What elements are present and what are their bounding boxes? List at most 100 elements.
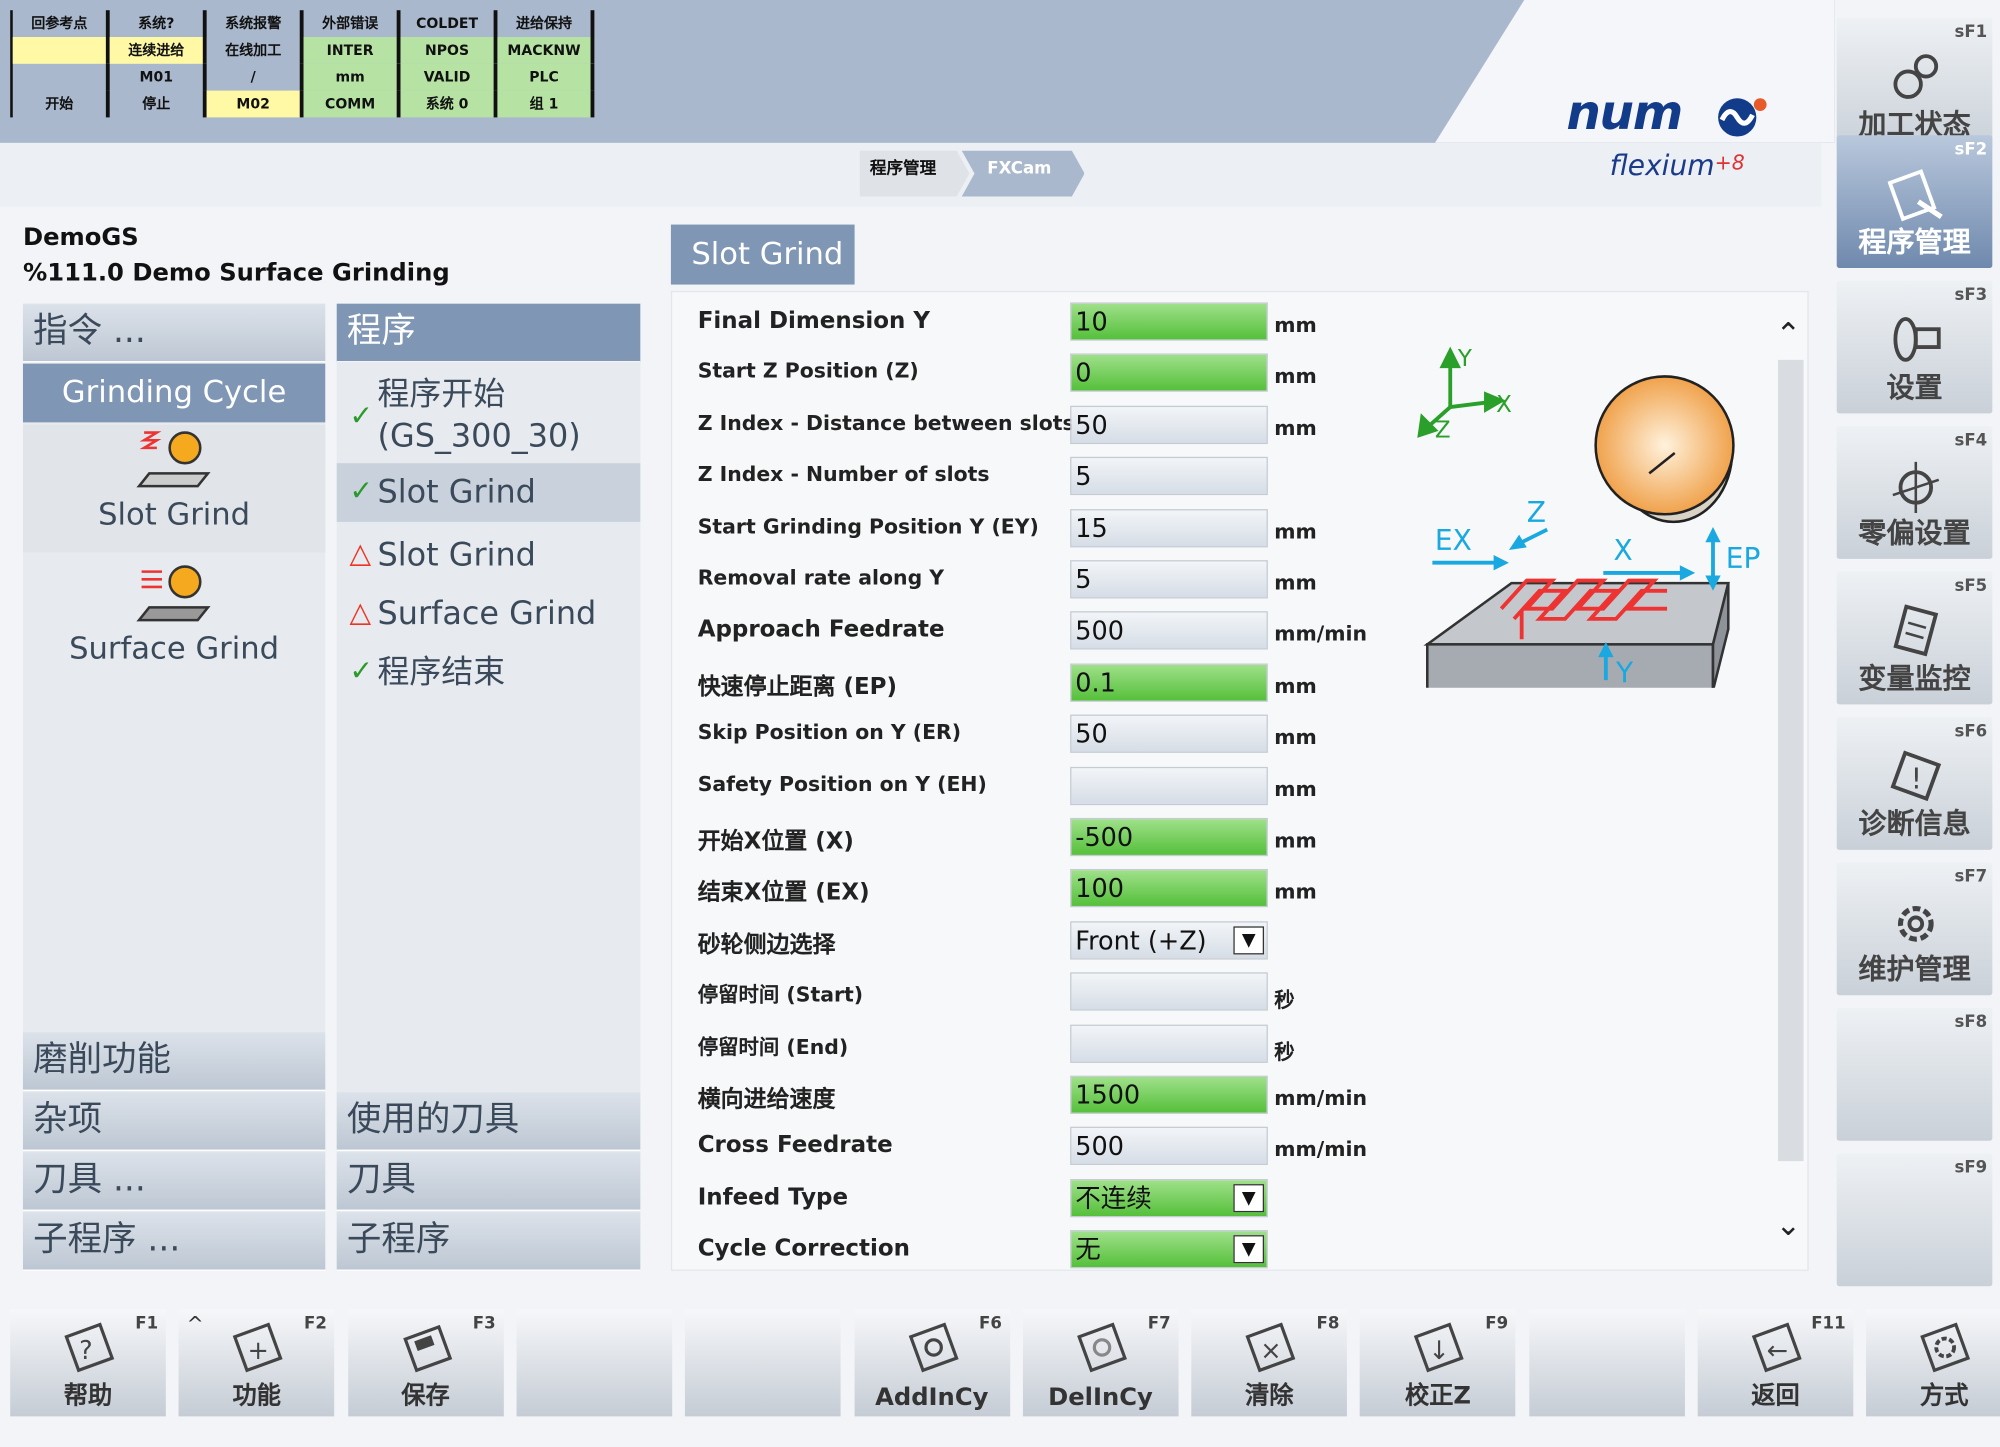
param-unit: mm	[1274, 312, 1317, 337]
param-input[interactable]: 500	[1070, 1127, 1268, 1166]
function-key-caption: 校正Z	[1404, 1381, 1472, 1410]
param-row: 停留时间 (End) 秒	[672, 1019, 1386, 1070]
side-button-sf1[interactable]: sF1 加工状态	[1836, 17, 1993, 151]
breadcrumb: 程序管理 FXCam	[860, 151, 1085, 197]
param-value: -500	[1075, 821, 1134, 853]
side-button-sf5[interactable]: sF5 变量监控	[1836, 571, 1993, 705]
program-edit-icon	[1887, 169, 1943, 222]
function-key-f6[interactable]: F6 AddInCy	[853, 1309, 1010, 1417]
tools-item[interactable]: 刀具 ...	[22, 1152, 326, 1211]
svg-text:?: ?	[79, 1336, 93, 1366]
param-row: Removal rate along Y 5 mm	[672, 555, 1386, 606]
ok-check-icon: ✓	[349, 475, 374, 508]
param-input[interactable]: 100	[1070, 869, 1268, 908]
side-button-sf4[interactable]: sF4 零偏设置	[1836, 426, 1993, 559]
param-value: 500	[1075, 1131, 1124, 1162]
param-label: 横向进给速度	[697, 1085, 836, 1113]
param-input[interactable]: 50	[1070, 714, 1268, 754]
z-direction-label: Z	[1527, 496, 1546, 529]
param-row: Skip Position on Y (ER) 50 mm	[672, 710, 1386, 761]
chevron-down-icon[interactable]: ▼	[1233, 1183, 1265, 1212]
function-key-empty-9[interactable]	[1528, 1309, 1685, 1417]
param-input[interactable]: 15	[1070, 508, 1268, 547]
param-row: 停留时间 (Start) 秒	[672, 967, 1386, 1018]
param-unit: mm	[1274, 776, 1317, 801]
used-tools-item[interactable]: 使用的刀具	[336, 1092, 641, 1151]
program-start-item[interactable]: ✓ 程序开始 (GS_300_30)	[349, 373, 580, 457]
gears-icon	[1893, 54, 1939, 99]
function-key-f1[interactable]: F1? 帮助	[10, 1309, 166, 1417]
program-end-item[interactable]: ✓ 程序结束	[349, 651, 505, 693]
tools-item[interactable]: 刀具	[336, 1152, 641, 1211]
side-button-sf3[interactable]: sF3 设置	[1836, 280, 1993, 414]
param-select[interactable]: Front (+Z) ▼	[1070, 921, 1268, 960]
subprogram-item[interactable]: 子程序	[336, 1212, 641, 1271]
param-input[interactable]: 5	[1070, 560, 1268, 599]
status-cell: 回参考点	[13, 10, 110, 38]
param-input[interactable]: 1500	[1070, 1075, 1268, 1114]
function-key-f8[interactable]: F8 × 清除	[1191, 1309, 1348, 1417]
surface-grind-cycle[interactable]: Surface Grind	[23, 559, 325, 687]
function-key-f2[interactable]: F2 ^ + 功能	[178, 1309, 335, 1417]
param-input[interactable]: -500	[1070, 817, 1268, 857]
function-key-f[interactable]: F方式	[1866, 1309, 2000, 1417]
side-button-sf8[interactable]: sF8	[1836, 1008, 1993, 1141]
param-input[interactable]: 0	[1070, 353, 1268, 393]
commands-header[interactable]: 指令 ...	[22, 303, 326, 363]
grinding-cycle-item[interactable]: Grinding Cycle	[22, 363, 326, 423]
param-row: Safety Position on Y (EH) mm	[672, 761, 1386, 812]
param-input[interactable]	[1070, 766, 1268, 805]
soft-key-label: sF4	[1954, 431, 1988, 451]
grinding-functions-item[interactable]: 磨削功能	[22, 1032, 326, 1091]
slot-grind-cycle[interactable]: Slot Grind	[22, 424, 326, 553]
side-button-sf9[interactable]: sF9	[1836, 1153, 1993, 1287]
surface-grind-item[interactable]: △ Surface Grind	[349, 592, 596, 634]
param-label: 停留时间 (Start)	[697, 982, 864, 1008]
slot-grind-item-1[interactable]: ✓ Slot Grind	[336, 463, 641, 522]
param-input[interactable]: 10	[1070, 302, 1268, 341]
param-label: Cross Feedrate	[697, 1132, 893, 1160]
function-key-empty-4[interactable]	[685, 1309, 841, 1417]
soft-key-label: sF3	[1954, 285, 1988, 305]
function-key-f11[interactable]: F11 ← 返回	[1697, 1309, 1854, 1417]
param-row: 砂轮侧边选择 Front (+Z) ▼	[672, 916, 1386, 967]
param-input[interactable]	[1070, 972, 1268, 1011]
program-end-label: 程序结束	[377, 653, 506, 691]
status-grid: 回参考点 系统? 系统报警 外部错误 COLDET 进给保持 连续进给 在线加工 INTER NP…	[10, 10, 595, 118]
side-button-sf7[interactable]: sF7 维护管理	[1836, 862, 1993, 996]
param-select[interactable]: 不连续 ▼	[1070, 1178, 1268, 1218]
function-key-f3[interactable]: F3 保存	[347, 1309, 504, 1417]
subprograms-item[interactable]: 子程序 ...	[22, 1212, 326, 1271]
tab-fxcam[interactable]: FXCam	[962, 151, 1085, 197]
param-input[interactable]: 5	[1070, 457, 1268, 496]
side-button-sf6[interactable]: sF6! 诊断信息	[1836, 717, 1993, 850]
scroll-up-icon[interactable]: ⌃	[1775, 316, 1801, 352]
chevron-down-icon[interactable]: ▼	[1233, 1235, 1265, 1264]
param-label: Skip Position on Y (ER)	[697, 719, 962, 745]
param-input[interactable]	[1070, 1024, 1268, 1063]
form-scrollbar[interactable]	[1778, 359, 1804, 1162]
side-button-sf2[interactable]: sF2 程序管理	[1836, 135, 1993, 268]
ex-label: EX	[1435, 524, 1472, 557]
scroll-down-icon[interactable]: ⌄	[1775, 1207, 1801, 1243]
param-input[interactable]: 500	[1070, 611, 1268, 650]
param-label: 开始X位置 (X)	[697, 828, 854, 855]
misc-item[interactable]: 杂项	[22, 1092, 326, 1151]
function-key-f7[interactable]: F7 DelInCy	[1022, 1309, 1179, 1417]
function-key-empty-3[interactable]	[516, 1309, 673, 1417]
warning-triangle-icon: △	[349, 538, 372, 571]
delete-cycle-icon	[1076, 1322, 1127, 1373]
chevron-down-icon[interactable]: ▼	[1233, 926, 1265, 955]
param-row: Z Index - Distance between slots 50 mm	[672, 400, 1386, 451]
param-input[interactable]: 50	[1070, 405, 1268, 444]
status-cell: COLDET	[401, 10, 498, 38]
function-key-f9[interactable]: F9 ↓ 校正Z	[1360, 1309, 1516, 1417]
status-cell	[13, 63, 110, 91]
param-select[interactable]: 无 ▼	[1070, 1230, 1268, 1269]
soft-key-label: sF9	[1954, 1158, 1988, 1178]
param-value: 5	[1075, 460, 1092, 492]
tab-program-management[interactable]: 程序管理	[860, 151, 970, 197]
param-row: Infeed Type 不连续 ▼	[672, 1174, 1386, 1225]
slot-grind-item-2[interactable]: △ Slot Grind	[349, 533, 535, 575]
param-input[interactable]: 0.1	[1070, 663, 1268, 702]
